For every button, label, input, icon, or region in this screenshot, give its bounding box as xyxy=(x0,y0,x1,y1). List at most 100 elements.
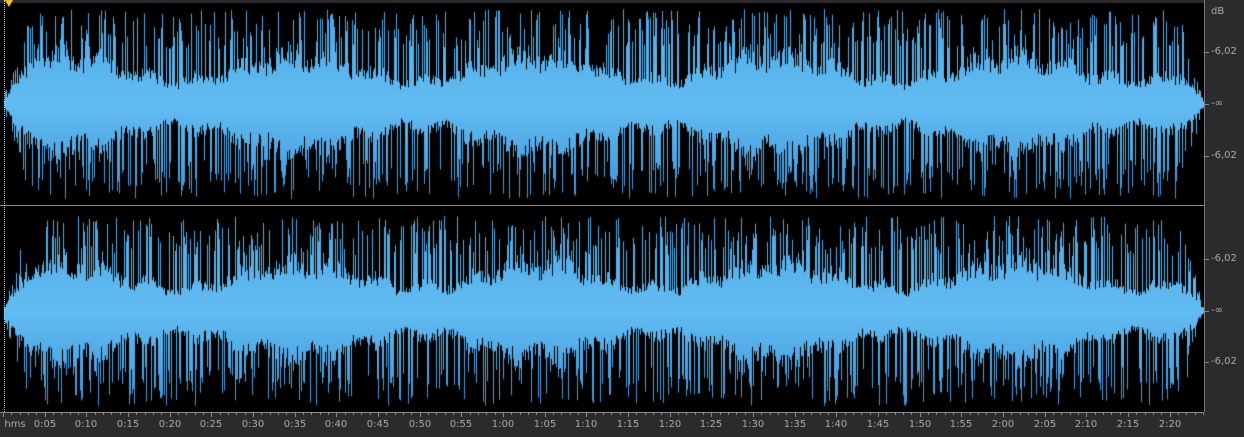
ruler-label: 1:25 xyxy=(699,419,723,430)
ruler-tick xyxy=(978,412,979,415)
ruler-tick xyxy=(1120,412,1121,415)
ruler-label: 1:40 xyxy=(824,419,848,430)
ruler-tick xyxy=(803,412,804,415)
amplitude-scale: dB -6,02 -∞ -6,02 -6,02 -∞ -6,02 xyxy=(1204,0,1244,412)
ruler-label: 0:25 xyxy=(199,419,223,430)
ruler-tick xyxy=(528,412,529,415)
ruler-label: 0:55 xyxy=(449,419,473,430)
ruler-tick xyxy=(636,412,637,415)
ruler-tick xyxy=(1078,412,1079,415)
ruler-tick xyxy=(620,412,621,415)
ruler-tick xyxy=(186,412,187,415)
ruler-tick xyxy=(653,412,654,415)
db-label: -∞ xyxy=(1211,305,1223,316)
ruler-tick xyxy=(361,412,362,415)
ruler-tick xyxy=(236,412,237,415)
ruler-tick xyxy=(553,412,554,415)
ruler-tick xyxy=(761,412,762,415)
db-label: -∞ xyxy=(1211,98,1223,109)
ruler-tick xyxy=(795,412,796,417)
ruler-tick xyxy=(686,412,687,415)
ruler-tick xyxy=(103,412,104,415)
ruler-tick xyxy=(503,412,504,417)
db-unit-label: dB xyxy=(1211,6,1225,17)
ruler-tick xyxy=(895,412,896,415)
ruler-tick xyxy=(628,412,629,417)
ruler-tick xyxy=(661,412,662,415)
ruler-tick xyxy=(561,412,562,415)
ruler-tick xyxy=(1095,412,1096,415)
ruler-tick xyxy=(120,412,121,415)
ruler-tick xyxy=(820,412,821,415)
ruler-tick xyxy=(878,412,879,417)
ruler-tick xyxy=(678,412,679,415)
ruler-tick xyxy=(986,412,987,415)
ruler-tick xyxy=(511,412,512,415)
ruler-tick xyxy=(411,412,412,415)
ruler-label: 2:15 xyxy=(1116,419,1140,430)
ruler-tick xyxy=(495,412,496,415)
ruler-tick xyxy=(1136,412,1137,415)
ruler-label: 0:30 xyxy=(241,419,265,430)
ruler-tick xyxy=(278,412,279,415)
time-ruler[interactable]: hms 0:05 0:10 0:15 0:20 0:25 0:30 0:35 0:40 0:45… xyxy=(0,412,1204,437)
ruler-tick xyxy=(11,412,12,415)
ruler-label: 1:55 xyxy=(949,419,973,430)
ruler-label: 0:40 xyxy=(324,419,348,430)
ruler-tick xyxy=(520,412,521,415)
playhead[interactable] xyxy=(4,0,13,412)
ruler-tick xyxy=(1153,412,1154,415)
ruler-tick xyxy=(728,412,729,415)
ruler-tick xyxy=(386,412,387,415)
ruler-tick xyxy=(645,412,646,415)
ruler-tick xyxy=(1045,412,1046,417)
ruler-tick xyxy=(970,412,971,415)
waveform-canvas[interactable] xyxy=(0,3,1204,412)
ruler-tick xyxy=(203,412,204,415)
ruler-tick xyxy=(295,412,296,417)
ruler-tick xyxy=(745,412,746,415)
ruler-tick xyxy=(161,412,162,415)
ruler-tick xyxy=(345,412,346,415)
ruler-line xyxy=(0,412,1204,413)
ruler-label: 1:05 xyxy=(533,419,557,430)
ruler-tick xyxy=(936,412,937,415)
ruler-tick xyxy=(220,412,221,415)
ruler-tick xyxy=(1186,412,1187,415)
ruler-tick xyxy=(911,412,912,415)
db-tick xyxy=(1205,259,1209,260)
db-tick xyxy=(1205,104,1209,105)
db-tick xyxy=(1205,52,1209,53)
ruler-label: 0:45 xyxy=(366,419,390,430)
playhead-marker-icon[interactable] xyxy=(5,0,13,7)
ruler-label: 0:50 xyxy=(408,419,432,430)
ruler-tick xyxy=(1161,412,1162,415)
db-label: -6,02 xyxy=(1211,150,1237,161)
ruler-tick xyxy=(3,412,4,417)
ruler-tick xyxy=(770,412,771,415)
ruler-tick xyxy=(595,412,596,415)
ruler-tick xyxy=(261,412,262,415)
ruler-tick xyxy=(303,412,304,415)
ruler-tick xyxy=(470,412,471,415)
ruler-label: 1:50 xyxy=(908,419,932,430)
ruler-tick xyxy=(228,412,229,415)
ruler-label: 0:35 xyxy=(283,419,307,430)
ruler-tick xyxy=(736,412,737,415)
ruler-tick xyxy=(1170,412,1171,417)
ruler-tick xyxy=(578,412,579,415)
ruler-tick xyxy=(611,412,612,415)
ruler-label: 2:00 xyxy=(991,419,1015,430)
ruler-tick xyxy=(453,412,454,415)
ruler-tick xyxy=(1053,412,1054,415)
ruler-tick xyxy=(1128,412,1129,417)
ruler-tick xyxy=(536,412,537,415)
ruler-label: 1:00 xyxy=(491,419,515,430)
ruler-tick xyxy=(1011,412,1012,415)
ruler-tick xyxy=(311,412,312,415)
ruler-tick xyxy=(1203,412,1204,415)
ruler-tick xyxy=(695,412,696,415)
waveform-display[interactable] xyxy=(0,3,1204,412)
ruler-tick xyxy=(95,412,96,415)
ruler-tick xyxy=(428,412,429,415)
